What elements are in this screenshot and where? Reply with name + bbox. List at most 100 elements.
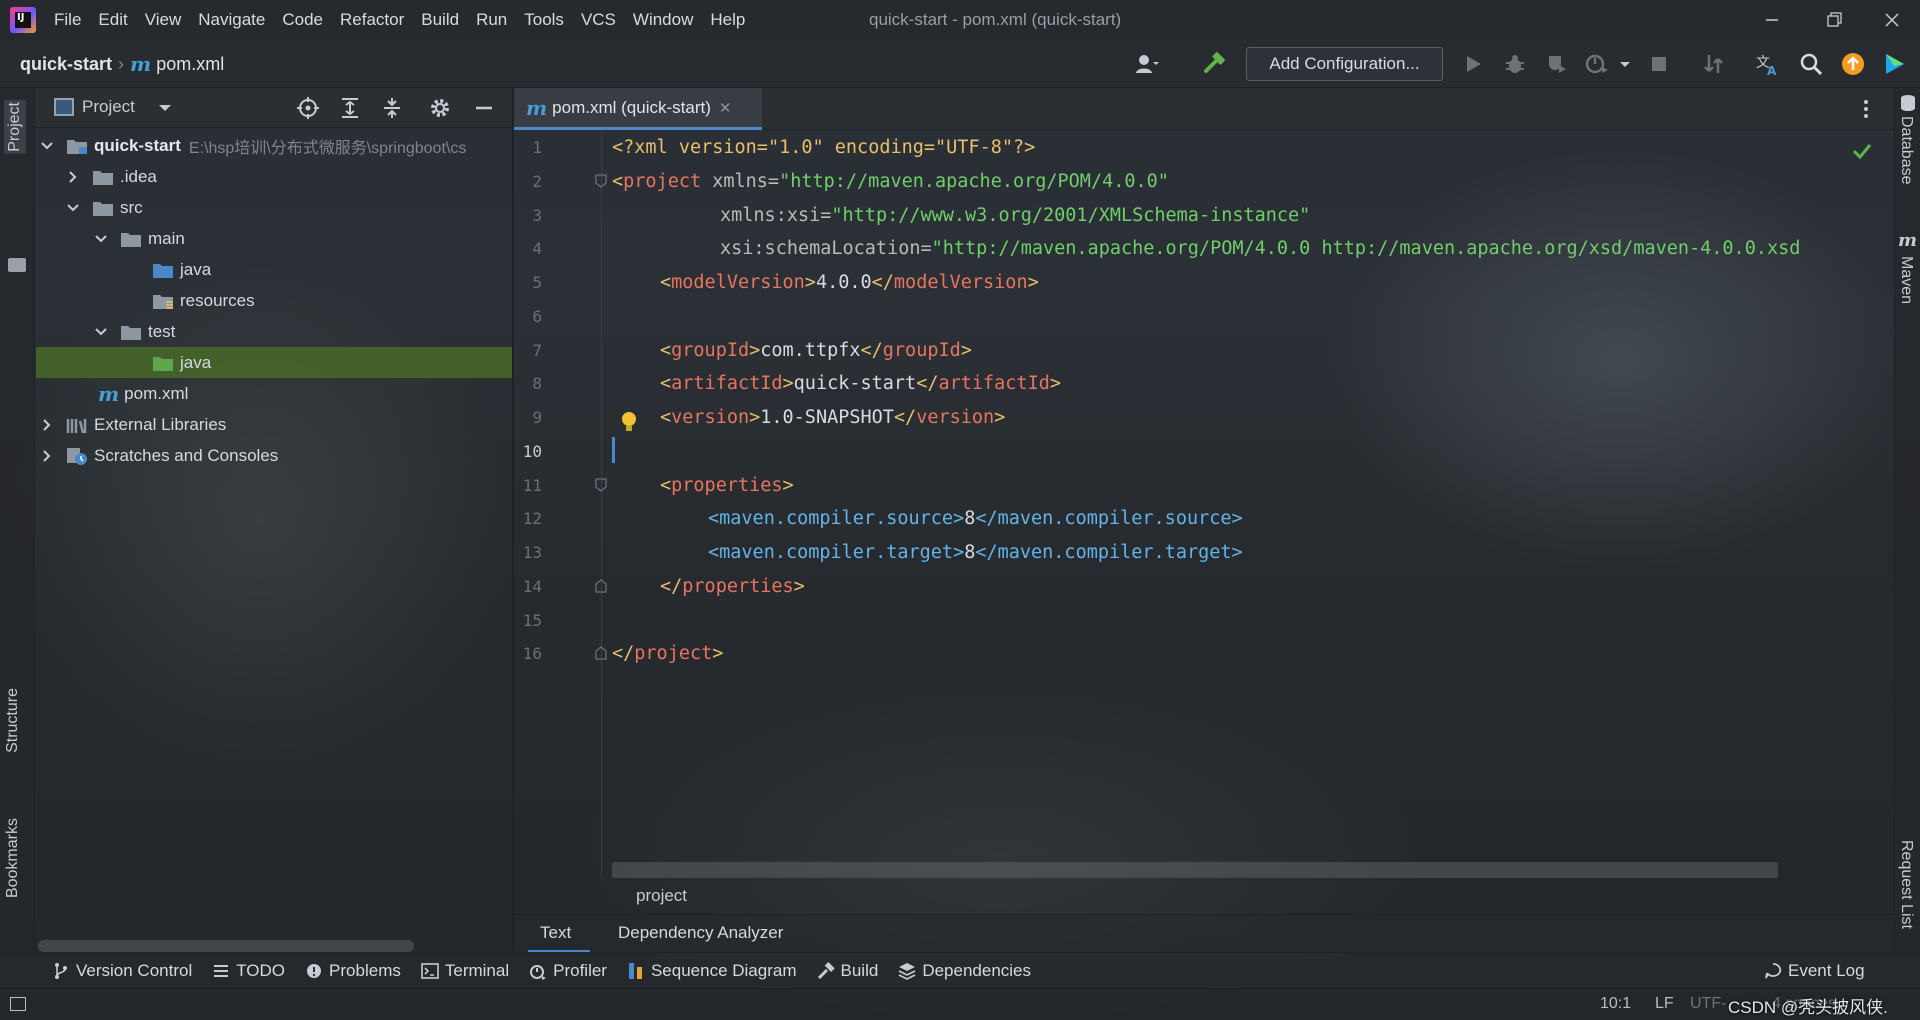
close-tab-icon[interactable]: ✕	[719, 99, 732, 117]
profile-icon[interactable]	[1584, 51, 1610, 77]
tree-node-scratches[interactable]: Scratches and Consoles	[36, 440, 512, 471]
menu-code[interactable]: Code	[282, 10, 323, 30]
chevron-right-icon[interactable]	[40, 418, 54, 432]
file-encoding[interactable]: UTF-	[1690, 995, 1726, 1013]
fold-marker-icon[interactable]	[594, 478, 608, 492]
tag-name: modelVersion	[893, 272, 1028, 293]
run-options-chevron-icon[interactable]	[1612, 51, 1638, 77]
caret-position[interactable]: 10:1	[1600, 995, 1631, 1013]
menu-window[interactable]: Window	[633, 10, 693, 30]
stop-icon[interactable]	[1646, 51, 1672, 77]
project-view-icon	[54, 98, 74, 116]
updates-icon[interactable]	[1840, 51, 1866, 77]
menu-view[interactable]: View	[145, 10, 182, 30]
profiler-tool[interactable]: Profiler	[529, 961, 607, 981]
chevron-right-icon[interactable]	[66, 170, 80, 184]
fold-end-marker-icon[interactable]	[594, 579, 608, 593]
tree-node-test-java[interactable]: java	[36, 347, 512, 378]
menu-edit[interactable]: Edit	[98, 10, 127, 30]
chevron-down-icon[interactable]	[40, 139, 54, 153]
tag-name: properties	[682, 576, 794, 597]
chevron-right-icon[interactable]	[40, 449, 54, 463]
tree-node-resources[interactable]: resources	[36, 285, 512, 316]
tree-label: java	[180, 259, 212, 279]
tool-window-bar: Version Control TODO Problems Terminal P…	[0, 952, 1920, 988]
editor-horizontal-scrollbar[interactable]	[612, 862, 1778, 878]
project-tool-tab[interactable]: Project	[4, 100, 26, 154]
code-editor[interactable]: <?xml version="1.0" encoding="UTF-8"?> <…	[612, 130, 1882, 878]
tree-node-pom[interactable]: m pom.xml	[36, 378, 512, 409]
line-number: 13	[522, 543, 542, 562]
project-horizontal-scrollbar[interactable]	[38, 940, 414, 952]
menu-file[interactable]: File	[54, 10, 81, 30]
terminal-tool[interactable]: Terminal	[421, 961, 509, 981]
add-configuration-button[interactable]: Add Configuration...	[1246, 47, 1443, 81]
tab-text[interactable]: Text	[528, 915, 590, 953]
chevron-down-icon[interactable]	[94, 325, 108, 339]
menu-build[interactable]: Build	[421, 10, 459, 30]
no-problems-check-icon[interactable]	[1852, 142, 1872, 160]
structure-tool-tab[interactable]: Structure	[4, 688, 22, 753]
chevron-down-icon[interactable]	[66, 201, 80, 215]
minimize-icon[interactable]	[1760, 8, 1784, 32]
xml-breadcrumb[interactable]: project	[636, 886, 687, 906]
tree-node-test[interactable]: test	[36, 316, 512, 347]
fold-end-marker-icon[interactable]	[594, 646, 608, 660]
libraries-icon	[66, 416, 88, 434]
tab-pom-xml[interactable]: m pom.xml (quick-start) ✕	[514, 88, 762, 130]
git-update-icon[interactable]	[1700, 51, 1726, 77]
line-number: 5	[532, 273, 542, 292]
tree-node-root[interactable]: quick-start E:\hsp培训\分布式微服务\springboot\c…	[36, 130, 512, 161]
editor-gutter[interactable]: 1 2 3 4 5 6 7 8 9 10 11 12 13 14 15 16	[514, 130, 636, 878]
maven-tool-tab[interactable]: Maven	[1897, 256, 1915, 304]
close-window-icon[interactable]	[1880, 8, 1904, 32]
search-icon[interactable]	[1798, 51, 1824, 77]
restore-icon[interactable]	[1822, 8, 1846, 32]
gear-icon[interactable]	[428, 96, 452, 120]
menu-vcs[interactable]: VCS	[581, 10, 616, 30]
run-icon[interactable]	[1460, 51, 1486, 77]
tree-node-main[interactable]: main	[36, 223, 512, 254]
user-account-icon[interactable]	[1134, 51, 1160, 77]
tree-node-external-libraries[interactable]: External Libraries	[36, 409, 512, 440]
version-control-tool[interactable]: Version Control	[52, 961, 192, 981]
bookmarks-tool-tab[interactable]: Bookmarks	[4, 818, 22, 898]
fold-marker-icon[interactable]	[594, 174, 608, 188]
build-tool[interactable]: Build	[817, 961, 878, 981]
tree-node-src[interactable]: src	[36, 192, 512, 223]
toggle-tool-windows-icon[interactable]	[10, 997, 26, 1011]
view-mode-chevron-icon[interactable]	[158, 101, 172, 115]
menu-tools[interactable]: Tools	[524, 10, 564, 30]
problems-tool[interactable]: Problems	[305, 961, 401, 981]
translate-icon[interactable]: 文A	[1754, 51, 1780, 77]
debug-icon[interactable]	[1502, 51, 1528, 77]
coverage-icon[interactable]	[1544, 51, 1570, 77]
sequence-diagram-tool[interactable]: Sequence Diagram	[627, 961, 797, 981]
todo-tool[interactable]: TODO	[212, 961, 285, 981]
request-list-tool-tab[interactable]: Request List	[1897, 840, 1915, 929]
build-hammer-icon[interactable]	[1202, 51, 1228, 77]
menu-navigate[interactable]: Navigate	[198, 10, 265, 30]
hide-panel-icon[interactable]	[472, 96, 496, 120]
window-title: quick-start - pom.xml (quick-start)	[869, 10, 1122, 29]
jetbrains-ai-icon[interactable]	[1882, 51, 1908, 77]
event-log-tool[interactable]: Event Log	[1764, 961, 1865, 981]
editor-mode-tabs: Text Dependency Analyzer	[514, 914, 1894, 953]
chevron-down-icon[interactable]	[94, 232, 108, 246]
collapse-all-icon[interactable]	[380, 96, 404, 120]
tab-dependency-analyzer[interactable]: Dependency Analyzer	[606, 915, 795, 953]
menu-run[interactable]: Run	[476, 10, 507, 30]
breadcrumb-file[interactable]: pom.xml	[156, 54, 224, 75]
expand-all-icon[interactable]	[338, 96, 362, 120]
tree-node-idea[interactable]: .idea	[36, 161, 512, 192]
tree-node-main-java[interactable]: java	[36, 254, 512, 285]
breadcrumb-project[interactable]: quick-start	[20, 54, 112, 75]
more-options-icon[interactable]	[1860, 98, 1872, 120]
menu-help[interactable]: Help	[710, 10, 745, 30]
locate-file-icon[interactable]	[296, 96, 320, 120]
line-separator[interactable]: LF	[1655, 995, 1674, 1013]
project-panel-title[interactable]: Project	[82, 97, 135, 117]
dependencies-tool[interactable]: Dependencies	[898, 961, 1031, 981]
database-tool-tab[interactable]: Database	[1897, 116, 1915, 185]
menu-refactor[interactable]: Refactor	[340, 10, 404, 30]
